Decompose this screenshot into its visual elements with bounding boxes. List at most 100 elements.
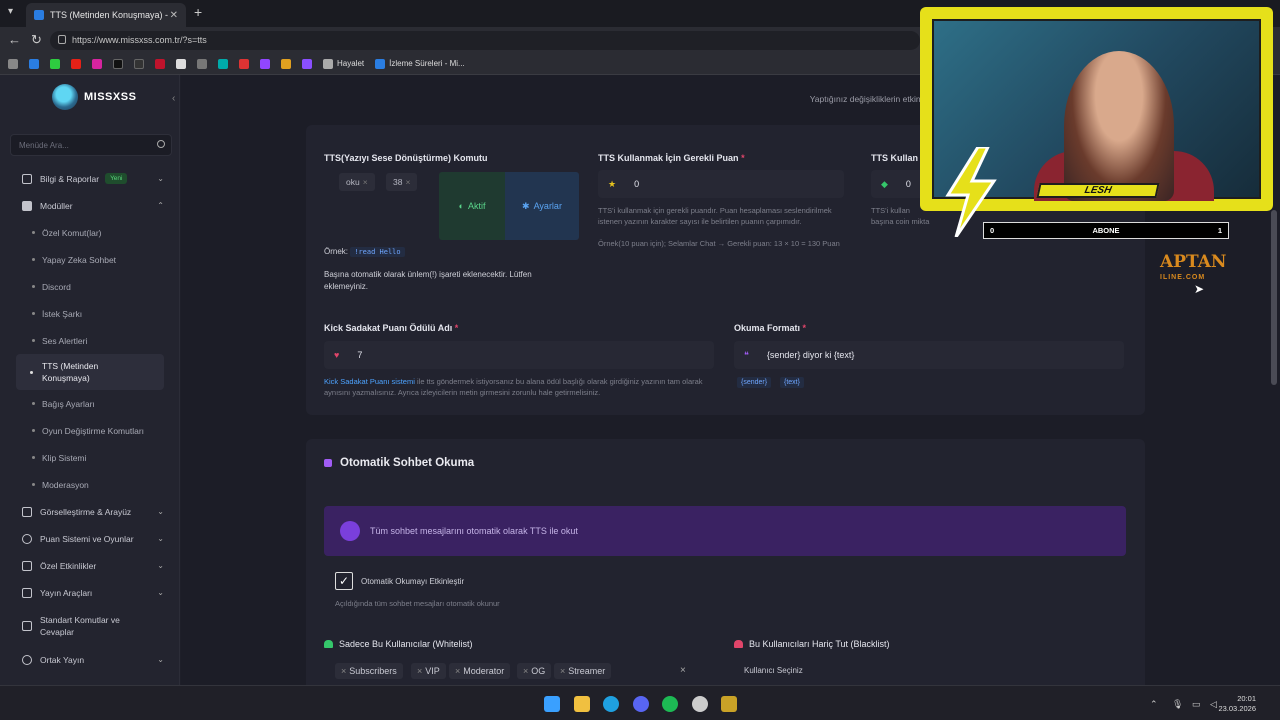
reward-input[interactable]: ♥ 7	[324, 341, 714, 369]
format-value: {sender} diyor ki {text}	[766, 350, 855, 360]
app-icon[interactable]	[721, 696, 737, 712]
bookmark-icon[interactable]	[176, 58, 186, 69]
sidebar-item-klip[interactable]: Klip Sistemi	[0, 444, 180, 471]
x-icon[interactable]	[134, 58, 144, 69]
edge-icon[interactable]	[603, 696, 619, 712]
sidebar-item-moderasyon[interactable]: Moderasyon	[0, 471, 180, 498]
menu-search-input[interactable]: Menüde Ara...	[10, 134, 172, 156]
whitelist-chip[interactable]: × Streamer	[554, 663, 612, 679]
remove-chip-icon[interactable]: ×	[523, 666, 528, 676]
sidebar-item-ses-alertleri[interactable]: Ses Alertleri	[0, 327, 180, 354]
users-icon	[22, 654, 32, 665]
remove-chip-icon[interactable]: ×	[341, 666, 346, 676]
bookmark-icon[interactable]	[302, 58, 312, 69]
sidebar-item-puan[interactable]: Puan Sistemi ve Oyunlar ⌄	[0, 525, 180, 552]
format-tag[interactable]: {text}	[780, 377, 804, 388]
format-input[interactable]: ❝ {sender} diyor ki {text}	[734, 341, 1124, 369]
youtube-icon[interactable]	[71, 58, 81, 69]
bookmark-icon[interactable]	[218, 58, 228, 69]
sidebar-item-label: Bağış Ayarları	[42, 398, 95, 409]
network-icon[interactable]: ▭	[1192, 699, 1201, 710]
sidebar-item-yapay-zeka[interactable]: Yapay Zeka Sohbet	[0, 246, 180, 273]
sidebar-item-tts[interactable]: TTS (Metinden Konuşmaya)	[16, 354, 164, 390]
spotify-icon[interactable]	[662, 696, 678, 712]
chevron-down-icon: ⌄	[157, 507, 164, 516]
bookmark-icon[interactable]	[281, 58, 291, 69]
windows-start-icon[interactable]	[544, 696, 560, 712]
twitch-icon[interactable]	[260, 58, 270, 69]
tray-chevron-icon[interactable]: ⌃	[1150, 699, 1158, 710]
bookmark-icon[interactable]	[239, 58, 249, 69]
discord-icon[interactable]	[633, 696, 649, 712]
remove-chip-icon[interactable]: ×	[363, 177, 368, 187]
reload-icon[interactable]: ↻	[31, 32, 42, 48]
coin-icon	[22, 533, 32, 544]
logo-text: MISSXSS	[84, 91, 137, 103]
star-icon: ★	[608, 178, 617, 189]
command-chip[interactable]: 38 ×	[386, 173, 418, 191]
bookmark-icon[interactable]	[29, 58, 39, 69]
url-input[interactable]: https://www.missxss.com.tr/?s=tts	[50, 31, 920, 50]
webcam-person	[1064, 51, 1174, 201]
bookmark-icon[interactable]	[197, 58, 207, 69]
file-explorer-icon[interactable]	[574, 696, 590, 712]
blacklist-select[interactable]: Kullanıcı Seçiniz	[744, 665, 803, 677]
back-icon[interactable]: ←	[8, 32, 21, 47]
bookmark-hayalet[interactable]: Hayalet	[323, 58, 364, 69]
microphone-icon[interactable]: 🎙	[1172, 699, 1183, 710]
sidebar-item-gorsellestirme[interactable]: Görselleştirme & Arayüz ⌄	[0, 498, 180, 525]
whitelist-chip[interactable]: × Subscribers	[335, 663, 403, 679]
command-chip[interactable]: oku ×	[339, 173, 375, 191]
sidebar-item-label: Yayın Araçları	[40, 587, 93, 598]
whitelist-chip[interactable]: × VIP	[411, 663, 446, 679]
logo[interactable]: MISSXSS	[52, 84, 136, 110]
sidebar-item-moduller[interactable]: Modüller ⌃	[0, 192, 180, 219]
remove-chip-icon[interactable]: ×	[455, 666, 460, 676]
new-tab-icon[interactable]: +	[194, 4, 202, 20]
sidebar-item-bagis[interactable]: Bağış Ayarları	[0, 390, 180, 417]
sidebar-item-yayin-araclari[interactable]: Yayın Araçları ⌄	[0, 579, 180, 606]
sidebar-item-bilgi[interactable]: Bilgi & Raporlar Yeni ⌄	[0, 165, 180, 192]
sidebar-item-ozel-komut[interactable]: Özel Komut(lar)	[0, 219, 180, 246]
sidebar-item-standart-komutlar[interactable]: Standart Komutlar ve Cevaplar	[0, 606, 180, 646]
ayarlar-button[interactable]: ✱ Ayarlar	[505, 172, 579, 240]
sidebar-item-ortak-yayin[interactable]: Ortak Yayın ⌄	[0, 646, 180, 673]
bookmark-icon[interactable]	[155, 58, 165, 69]
remove-chip-icon[interactable]: ×	[405, 177, 410, 187]
bookmark-icon	[375, 58, 386, 69]
sidebar-item-istek-sarki[interactable]: İstek Şarkı	[0, 300, 180, 327]
auto-read-checkbox[interactable]: ✓	[335, 572, 353, 590]
command-note: Başına otomatik olarak ünlem(!) işareti …	[324, 270, 532, 291]
system-clock[interactable]: 20:01 23.03.2026	[1218, 694, 1256, 714]
required-marker: *	[802, 323, 807, 333]
remove-chip-icon[interactable]: ×	[560, 666, 565, 676]
whitelist-chip[interactable]: × Moderator	[449, 663, 511, 679]
chip-text: Moderator	[463, 666, 505, 676]
reward-help: Kick Sadakat Puanı sistemi ile tts gönde…	[324, 376, 719, 398]
chip-text: 38	[393, 177, 403, 187]
tab-list-icon[interactable]: ▾	[8, 6, 13, 17]
browser-tab[interactable]: TTS (Metinden Konuşmaya) - Mi... ✕	[26, 3, 186, 27]
scrollbar-thumb[interactable]	[1271, 210, 1277, 385]
sidebar-item-ozel-etkinlikler[interactable]: Özel Etkinlikler ⌄	[0, 552, 180, 579]
bookmark-icon[interactable]	[8, 58, 18, 69]
kick-points-link[interactable]: Kick Sadakat Puanı sistemi	[324, 377, 415, 386]
aktif-button[interactable]: ◐ Aktif	[439, 172, 505, 240]
collapse-sidebar-icon[interactable]: ‹	[172, 93, 175, 104]
remove-chip-icon[interactable]: ×	[417, 666, 422, 676]
instagram-icon[interactable]	[92, 58, 102, 69]
whitelist-chip[interactable]: × OG	[517, 663, 552, 679]
bookmark-izleme[interactable]: İzleme Süreleri - Mi...	[375, 58, 465, 69]
coin-label: TTS Kullan	[871, 153, 918, 163]
points-label: TTS Kullanmak İçin Gerekli Puan *	[598, 153, 745, 163]
format-tag[interactable]: {sender}	[737, 377, 772, 388]
volume-icon[interactable]: ◁	[1210, 699, 1217, 710]
clear-whitelist-icon[interactable]: ×	[680, 665, 686, 676]
sidebar-item-oyun-degistirme[interactable]: Oyun Değiştirme Komutları	[0, 417, 180, 444]
tiktok-icon[interactable]	[113, 58, 123, 69]
bookmark-icon[interactable]	[50, 58, 60, 69]
points-input[interactable]: ★ 0	[598, 170, 844, 198]
close-tab-icon[interactable]: ✕	[170, 10, 178, 21]
app-icon[interactable]	[692, 696, 708, 712]
sidebar-item-discord[interactable]: Discord	[0, 273, 180, 300]
